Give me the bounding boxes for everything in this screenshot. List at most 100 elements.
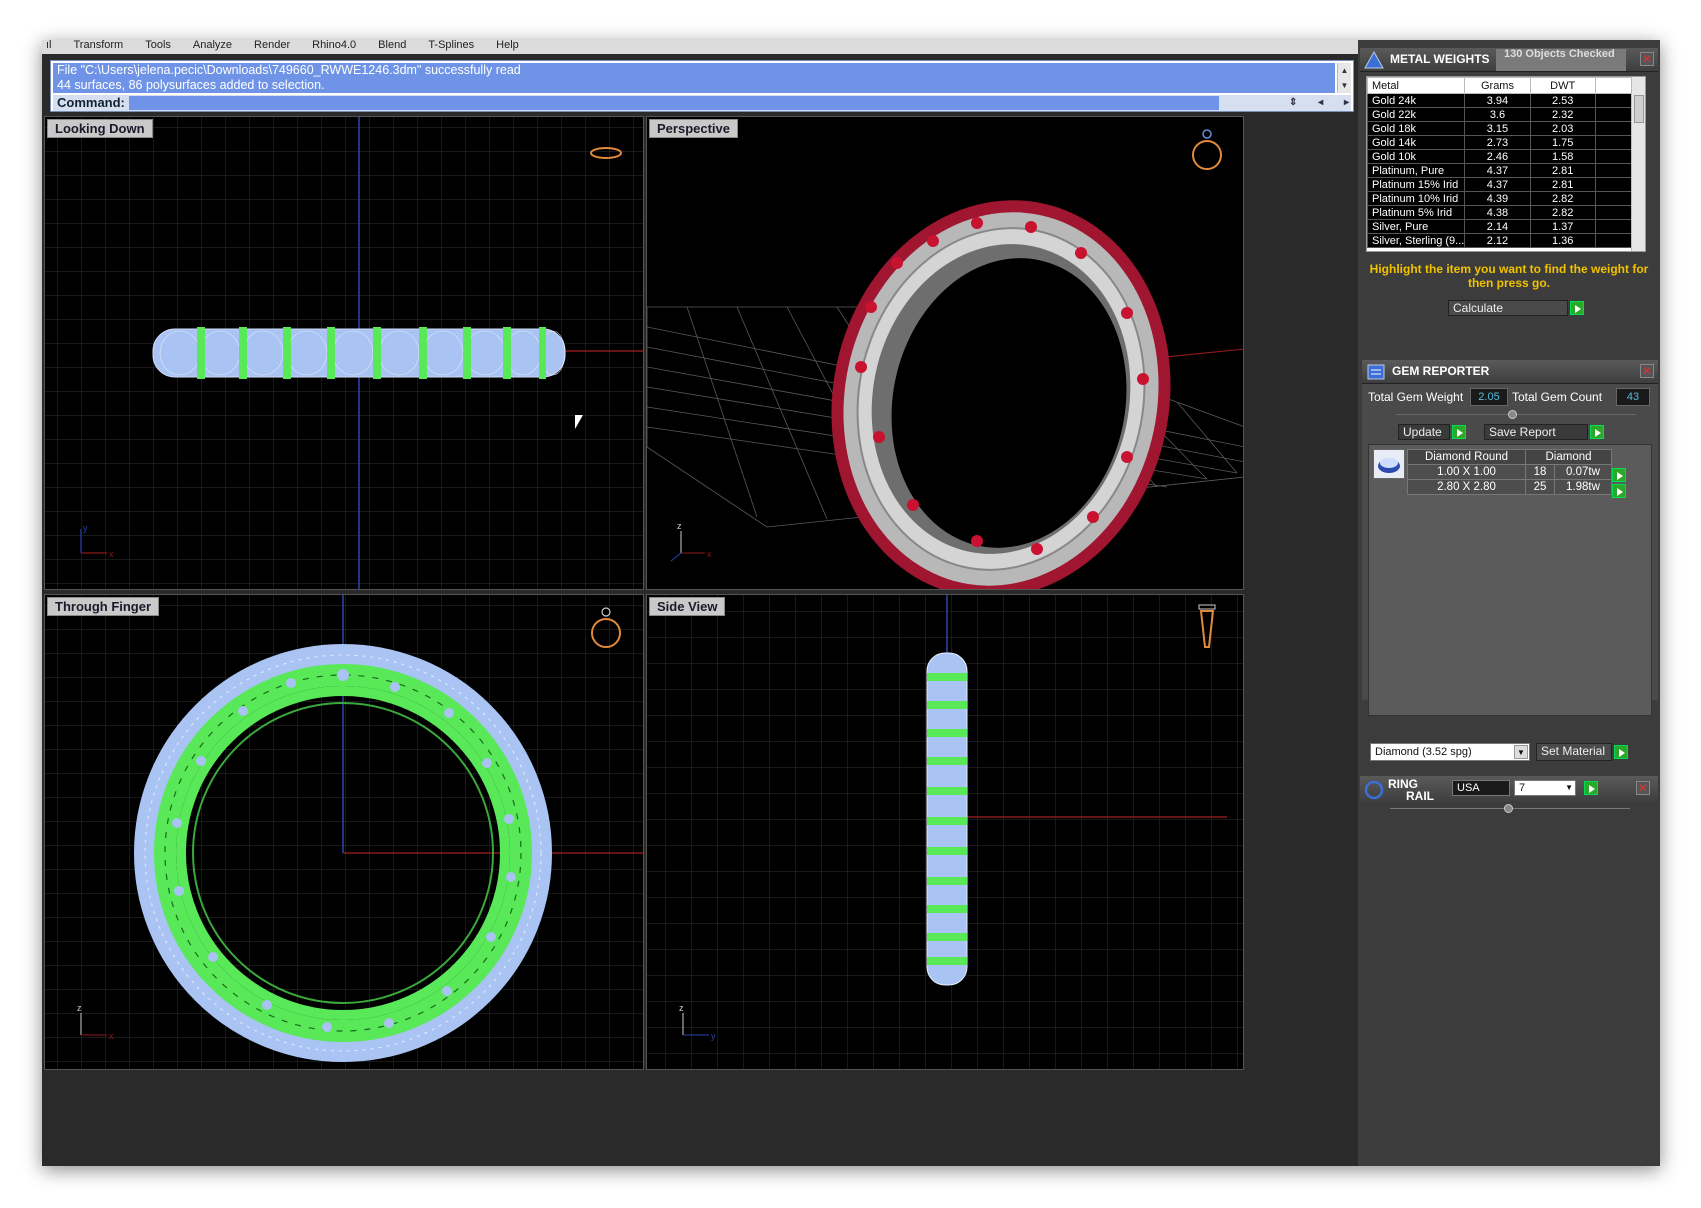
history-scrollbar[interactable]: ▲ ▼ — [1337, 63, 1351, 93]
metal-weights-header: METAL WEIGHTS 130 Objects Checked ✕ — [1360, 48, 1658, 72]
ring-size-select[interactable]: 7 ▼ — [1514, 780, 1576, 796]
slider-handle[interactable] — [1508, 410, 1517, 419]
history-line: 44 surfaces, 86 polysurfaces added to se… — [57, 78, 325, 92]
scroll-down-icon[interactable]: ▼ — [1338, 78, 1351, 93]
close-icon[interactable]: ✕ — [1636, 781, 1650, 795]
menu-item-tsplines[interactable]: T-Splines — [428, 40, 474, 54]
ring-top-view — [152, 327, 566, 379]
metal-row[interactable]: Gold 18k 3.15 2.03 — [1367, 121, 1634, 136]
metal-row[interactable]: Gold 14k 2.73 1.75 — [1367, 135, 1634, 150]
col-metal[interactable]: Metal — [1367, 77, 1466, 94]
gem-reporter-icon — [1367, 364, 1385, 380]
metal-row[interactable]: Silver, Pure 2.14 1.37 — [1367, 219, 1634, 234]
menu-item-partial[interactable]: ıl — [46, 40, 52, 54]
svg-text:z: z — [679, 1003, 684, 1013]
viewport-title[interactable]: Side View — [649, 597, 726, 616]
metal-filler — [1594, 163, 1634, 178]
menu-item-tools[interactable]: Tools — [145, 40, 171, 54]
material-select[interactable]: Diamond (3.52 spg) ▼ — [1370, 743, 1530, 761]
metal-filler — [1594, 107, 1634, 122]
command-input[interactable] — [129, 96, 1219, 110]
total-gem-weight-value: 2.05 — [1470, 388, 1508, 406]
metal-row[interactable]: Gold 24k 3.94 2.53 — [1367, 93, 1634, 108]
metal-row[interactable]: Gold 22k 3.6 2.32 — [1367, 107, 1634, 122]
viewport-looking-down[interactable]: y x Looking Down — [44, 116, 644, 590]
metal-filler — [1594, 191, 1634, 206]
set-material-go-button[interactable] — [1614, 745, 1628, 759]
update-button[interactable]: Update — [1398, 424, 1450, 440]
command-line: Command: ⇕ ◂ ▸ — [53, 95, 1351, 111]
ring-country-select[interactable]: USA — [1452, 780, 1510, 796]
menu-item-rhino[interactable]: Rhino4.0 — [312, 40, 356, 54]
viewport-title[interactable]: Perspective — [649, 119, 738, 138]
metal-name: Silver, Pure — [1367, 219, 1466, 234]
gem-row[interactable]: 2.80 X 2.80 25 1.98tw — [1407, 479, 1613, 495]
spin-icon[interactable]: ⇕ — [1289, 95, 1297, 111]
menu-item-analyze[interactable]: Analyze — [193, 40, 232, 54]
viewport-perspective[interactable]: z x Perspective — [646, 116, 1244, 590]
menu-item-transform[interactable]: Transform — [74, 40, 124, 54]
calculate-select[interactable]: Calculate — [1448, 300, 1568, 316]
gem-count: 25 — [1525, 479, 1555, 495]
gem-col-type: Diamond — [1525, 449, 1612, 465]
menu-item-blend[interactable]: Blend — [378, 40, 406, 54]
gem-reporter-header: GEM REPORTER ✕ — [1362, 360, 1658, 384]
viewport-title[interactable]: Through Finger — [47, 597, 160, 616]
arrow-left-icon[interactable]: ◂ — [1318, 95, 1323, 111]
viewport-through-finger[interactable]: z x Through Finger — [44, 594, 644, 1070]
metal-name: Platinum 10% Irid — [1367, 191, 1466, 206]
scroll-up-icon[interactable]: ▲ — [1338, 63, 1351, 78]
gem-row-go-button[interactable] — [1612, 484, 1626, 498]
set-material-button[interactable]: Set Material — [1536, 743, 1612, 761]
gem-col-shape: Diamond Round — [1407, 449, 1526, 465]
command-nav: ⇕ ◂ ▸ — [1289, 95, 1349, 111]
gem-list: Diamond Round Diamond 1.00 X 1.00 18 0.07t… — [1368, 444, 1652, 716]
metal-weights-scrollbar[interactable] — [1631, 77, 1645, 251]
ring-country-value: USA — [1457, 782, 1480, 794]
save-report-button[interactable]: Save Report — [1484, 424, 1588, 440]
menu-item-help[interactable]: Help — [496, 40, 519, 54]
metal-row[interactable]: Platinum 5% Irid 4.38 2.82 — [1367, 205, 1634, 220]
metal-row[interactable]: Platinum, Pure 4.37 2.81 — [1367, 163, 1634, 178]
gem-count: 18 — [1525, 464, 1555, 480]
metal-name: Gold 14k — [1367, 135, 1466, 150]
metal-dwt: 2.53 — [1529, 93, 1596, 108]
ring-rail-slider-handle[interactable] — [1504, 804, 1513, 813]
metal-name: Gold 18k — [1367, 121, 1466, 136]
chevron-down-icon[interactable]: ▼ — [1565, 781, 1573, 795]
menu-item-render[interactable]: Render — [254, 40, 290, 54]
metal-row[interactable]: Gold 10k 2.46 1.58 — [1367, 149, 1634, 164]
total-gem-count-label: Total Gem Count — [1512, 390, 1603, 404]
ring-rail-title-line2: RAIL — [1406, 789, 1434, 803]
ring-rail-go-button[interactable] — [1584, 781, 1598, 795]
metal-filler — [1594, 149, 1634, 164]
metal-grams: 4.37 — [1464, 163, 1531, 178]
metal-filler — [1594, 121, 1634, 136]
metal-name: Gold 24k — [1367, 93, 1466, 108]
update-go-button[interactable] — [1452, 425, 1466, 439]
metal-grams: 3.94 — [1464, 93, 1531, 108]
viewport-side-view[interactable]: z y Side View — [646, 594, 1244, 1070]
chevron-down-icon[interactable]: ▼ — [1514, 745, 1528, 759]
gem-weight: 1.98tw — [1553, 479, 1613, 495]
calculate-go-button[interactable] — [1570, 301, 1584, 315]
arrow-right-icon[interactable]: ▸ — [1344, 95, 1349, 111]
col-dwt[interactable]: DWT — [1529, 77, 1596, 94]
gem-row[interactable]: 1.00 X 1.00 18 0.07tw — [1407, 464, 1613, 480]
svg-text:x: x — [707, 549, 712, 559]
gem-row-go-button[interactable] — [1612, 468, 1626, 482]
metal-name: Platinum 15% Irid — [1367, 177, 1466, 192]
close-icon[interactable]: ✕ — [1640, 364, 1654, 378]
close-icon[interactable]: ✕ — [1640, 52, 1654, 66]
metal-row[interactable]: Platinum 10% Irid 4.39 2.82 — [1367, 191, 1634, 206]
save-report-go-button[interactable] — [1590, 425, 1604, 439]
looking-down-canvas: y x — [45, 117, 643, 589]
metal-dwt: 1.36 — [1529, 233, 1596, 248]
metal-row[interactable]: Platinum 15% Irid 4.37 2.81 — [1367, 177, 1634, 192]
viewport-title[interactable]: Looking Down — [47, 119, 153, 138]
metal-row[interactable]: Silver, Sterling (9... 2.12 1.36 — [1367, 233, 1634, 248]
metal-filler — [1594, 135, 1634, 150]
scrollbar-thumb[interactable] — [1634, 95, 1644, 123]
col-grams[interactable]: Grams — [1464, 77, 1531, 94]
metal-dwt: 2.82 — [1529, 191, 1596, 206]
